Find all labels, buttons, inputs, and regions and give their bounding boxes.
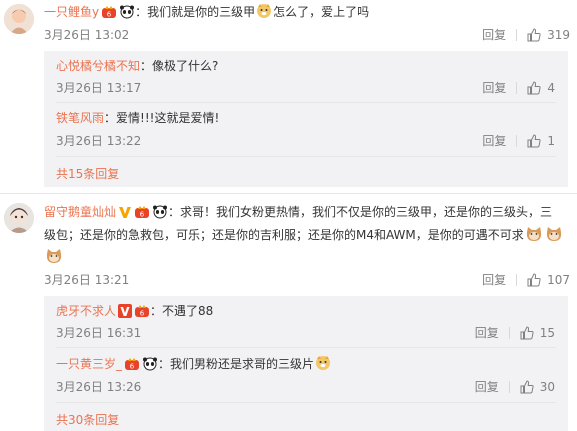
divider — [516, 82, 518, 94]
member-crown-icon: 6 — [134, 304, 150, 323]
reply-button[interactable]: 回复 — [475, 325, 499, 341]
reply-button[interactable]: 回复 — [482, 272, 506, 288]
verified-v-icon — [118, 205, 132, 224]
reply-actions: 回复 15 — [475, 325, 555, 341]
more-replies-link[interactable]: 共30条回复 — [56, 412, 119, 428]
thumb-up-icon — [527, 134, 541, 148]
panda-icon — [152, 205, 168, 224]
cat-emoji-icon — [525, 226, 543, 247]
more-replies-link[interactable]: 共15条回复 — [56, 166, 119, 182]
cat-emoji-icon — [545, 226, 563, 247]
member-crown-icon: 6 — [134, 205, 150, 224]
reply-time: 3月26日 13:26 — [56, 380, 142, 394]
divider — [56, 156, 556, 157]
username-link[interactable]: 一只黄三岁_ — [56, 357, 122, 371]
comment-text: 级包；还是你的急救包，可乐；还是你的吉利服；还是你的M4和AWM，是你的可遇不可… — [44, 228, 524, 242]
reply-text: 爱情!!!这就是爱情! — [116, 111, 220, 125]
like-count: 4 — [547, 81, 555, 95]
comment-actions: 回复 107 — [482, 272, 570, 288]
like-count: 1 — [547, 134, 555, 148]
avatar[interactable] — [4, 4, 34, 34]
comment-text: 我们就是你的三级甲 — [147, 5, 256, 19]
comment-line — [44, 248, 64, 269]
like-count: 319 — [547, 28, 570, 42]
username-link[interactable]: 心悦橘兮橘不知 — [56, 59, 140, 73]
like-button[interactable]: 1 — [527, 133, 555, 149]
reply-line: 虎牙不求人 6 ：不遇了88 — [56, 302, 213, 323]
comment-time: 3月26日 13:02 — [44, 28, 130, 42]
member-crown-icon: 6 — [101, 5, 117, 24]
like-count: 15 — [539, 326, 555, 340]
svg-text:6: 6 — [130, 363, 135, 371]
divider — [516, 274, 518, 286]
thumb-up-icon — [527, 273, 541, 287]
thumb-up-icon — [527, 28, 541, 42]
like-button[interactable]: 4 — [527, 80, 555, 96]
username-link[interactable]: 留守鹅童灿灿 — [44, 205, 116, 219]
username-link[interactable]: 铁笔风雨 — [56, 111, 104, 125]
divider — [0, 193, 577, 194]
doge-emoji-icon — [315, 355, 331, 376]
doge-emoji-icon — [256, 3, 272, 24]
reply-time: 3月26日 16:31 — [56, 326, 142, 340]
panda-icon — [142, 357, 158, 376]
panda-icon — [119, 5, 135, 24]
comment-colon: ： — [168, 205, 181, 219]
divider — [508, 327, 510, 339]
thumb-up-icon — [527, 81, 541, 95]
like-button[interactable]: 30 — [520, 379, 555, 395]
reply-text: 我们男粉还是求哥的三级片 — [170, 357, 315, 371]
reply-colon: ： — [150, 304, 163, 318]
reply-line: 心悦橘兮橘不知：像极了什么? — [56, 57, 218, 75]
reply-time: 3月26日 13:17 — [56, 81, 142, 95]
svg-text:6: 6 — [107, 11, 112, 19]
svg-text:6: 6 — [140, 211, 145, 219]
reply-line: 铁笔风雨：爱情!!!这就是爱情! — [56, 109, 219, 127]
reply-colon: ： — [140, 59, 153, 73]
username-link[interactable]: 一只鲤鱼y — [44, 5, 99, 19]
reply-time: 3月26日 13:22 — [56, 134, 142, 148]
reply-button[interactable]: 回复 — [482, 80, 506, 96]
reply-actions: 回复 4 — [482, 80, 555, 96]
like-count: 30 — [539, 380, 555, 394]
comment-line: 留守鹅童灿灿 6 ：求哥！我们女粉更热情，我们不仅是你的三级甲，还是你的三级头，三 — [44, 203, 552, 224]
comment-line: 一只鲤鱼y 6 ：我们就是你的三级甲 怎么了，爱上了吗 — [44, 3, 369, 24]
reply-colon: ： — [104, 111, 117, 125]
divider — [516, 29, 518, 41]
divider — [56, 347, 556, 348]
comment-text: 怎么了，爱上了吗 — [273, 5, 370, 19]
divider — [56, 102, 556, 103]
reply-actions: 回复 1 — [482, 133, 555, 149]
like-button[interactable]: 107 — [527, 272, 570, 288]
divider — [508, 381, 510, 393]
comment-line: 级包；还是你的急救包，可乐；还是你的吉利服；还是你的M4和AWM，是你的可遇不可… — [44, 226, 564, 247]
comment-time: 3月26日 13:21 — [44, 273, 130, 287]
thumb-up-icon — [520, 380, 534, 394]
reply-actions: 回复 30 — [475, 379, 555, 395]
reply-button[interactable]: 回复 — [475, 379, 499, 395]
cat-emoji-icon — [45, 248, 63, 269]
divider — [516, 135, 518, 147]
reply-colon: ： — [158, 357, 171, 371]
divider — [56, 402, 556, 403]
like-count: 107 — [547, 273, 570, 287]
verified-v-icon — [118, 304, 133, 323]
like-button[interactable]: 319 — [527, 27, 570, 43]
reply-button[interactable]: 回复 — [482, 133, 506, 149]
reply-text: 像极了什么? — [152, 59, 219, 73]
like-button[interactable]: 15 — [520, 325, 555, 341]
comment-text: 求哥！我们女粉更热情，我们不仅是你的三级甲，还是你的三级头，三 — [180, 205, 553, 219]
reply-button[interactable]: 回复 — [482, 27, 506, 43]
svg-text:6: 6 — [140, 310, 145, 318]
member-crown-icon: 6 — [124, 357, 140, 376]
avatar[interactable] — [4, 203, 34, 233]
comment-actions: 回复 319 — [482, 27, 570, 43]
reply-text: 不遇了88 — [162, 304, 214, 318]
reply-line: 一只黄三岁_ 6 ：我们男粉还是求哥的三级片 — [56, 355, 332, 376]
username-link[interactable]: 虎牙不求人 — [56, 304, 116, 318]
thumb-up-icon — [520, 326, 534, 340]
comment-colon: ： — [135, 5, 148, 19]
